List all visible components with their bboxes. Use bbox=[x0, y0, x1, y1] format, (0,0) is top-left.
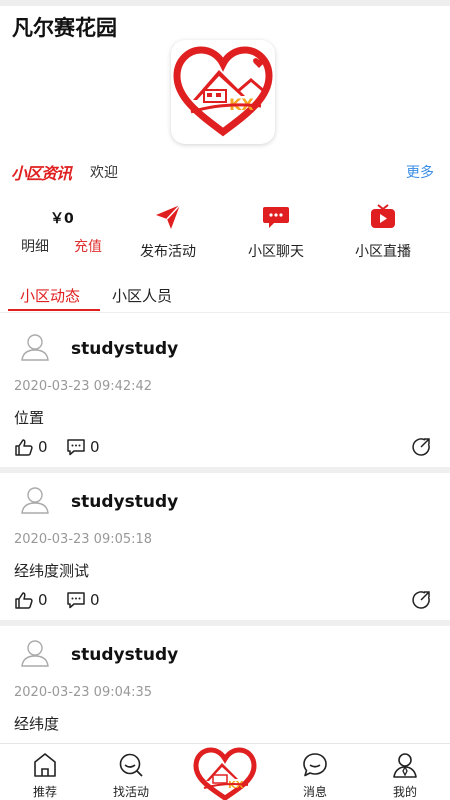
page-title: 凡尔赛花园 bbox=[12, 16, 117, 40]
thumbs-up-icon bbox=[15, 439, 33, 456]
nav-item-find-activity[interactable]: 找活动 bbox=[86, 744, 176, 800]
avatar-placeholder-icon[interactable] bbox=[20, 638, 50, 668]
avatar-placeholder-icon[interactable] bbox=[20, 485, 50, 515]
nav-item-messages[interactable]: 消息 bbox=[270, 744, 360, 800]
post-timestamp: 2020-03-23 09:42:42 bbox=[14, 379, 153, 394]
tabs-divider bbox=[0, 312, 450, 313]
wallet-detail-button[interactable]: 明细 bbox=[21, 236, 49, 256]
like-count: 0 bbox=[38, 591, 48, 609]
nav-label-find-activity: 找活动 bbox=[112, 785, 149, 799]
wallet-panel: ￥0 明细 充值 bbox=[0, 200, 120, 264]
post-content[interactable]: 位置 bbox=[14, 407, 44, 428]
community-chat-label: 小区聊天 bbox=[248, 244, 304, 260]
heart-house-logo-icon: KX bbox=[173, 46, 273, 137]
post-author[interactable]: studystudy bbox=[71, 645, 178, 665]
wallet-recharge-button[interactable]: 充值 bbox=[74, 236, 102, 256]
message-icon bbox=[303, 753, 327, 777]
news-more-link[interactable]: 更多 bbox=[406, 162, 434, 182]
community-logo-icon: KX bbox=[193, 747, 257, 800]
nav-label-messages: 消息 bbox=[302, 785, 327, 799]
share-icon[interactable] bbox=[411, 590, 431, 610]
post-card[interactable]: studystudy 2020-03-23 09:05:18 经纬度测试 0 0 bbox=[0, 473, 450, 620]
nav-item-home-logo[interactable]: KX bbox=[192, 746, 258, 800]
post-content[interactable]: 经纬度测试 bbox=[14, 560, 89, 581]
post-author[interactable]: studystudy bbox=[71, 339, 178, 359]
nav-label-mine: 我的 bbox=[392, 785, 417, 799]
community-logo: KX bbox=[171, 40, 275, 144]
comment-count: 0 bbox=[90, 591, 100, 609]
post-author[interactable]: studystudy bbox=[71, 492, 178, 512]
post-content[interactable]: 经纬度 bbox=[14, 713, 59, 734]
search-icon bbox=[119, 753, 143, 777]
post-timestamp: 2020-03-23 09:05:18 bbox=[14, 532, 153, 547]
live-play-icon bbox=[371, 204, 395, 228]
avatar-placeholder-icon[interactable] bbox=[20, 332, 50, 362]
comment-count: 0 bbox=[90, 438, 100, 456]
active-tab-indicator bbox=[8, 309, 100, 311]
wallet-balance: ￥0 bbox=[50, 211, 74, 227]
chat-bubble-icon bbox=[263, 207, 289, 228]
like-count: 0 bbox=[38, 438, 48, 456]
community-live-label: 小区直播 bbox=[355, 244, 411, 260]
nav-label-recommend: 推荐 bbox=[32, 785, 57, 799]
share-icon[interactable] bbox=[411, 437, 431, 457]
post-timestamp: 2020-03-23 09:04:35 bbox=[14, 685, 153, 700]
publish-activity-button[interactable]: 发布活动 bbox=[118, 200, 218, 264]
tab-community-members[interactable]: 小区人员 bbox=[112, 285, 172, 306]
nav-item-recommend[interactable]: 推荐 bbox=[0, 744, 90, 800]
person-icon bbox=[393, 753, 417, 778]
thumbs-up-icon bbox=[15, 592, 33, 609]
community-chat-button[interactable]: 小区聊天 bbox=[226, 200, 326, 264]
svg-text:KX: KX bbox=[228, 780, 244, 791]
post-feed: studystudy 2020-03-23 09:42:42 位置 0 0 st… bbox=[0, 320, 450, 773]
tab-community-feed[interactable]: 小区动态 bbox=[20, 285, 80, 306]
news-ticker-text[interactable]: 欢迎 bbox=[90, 162, 118, 182]
feed-tabs: 小区动态 小区人员 bbox=[0, 278, 450, 312]
post-card[interactable]: studystudy 2020-03-23 09:42:42 位置 0 0 bbox=[0, 320, 450, 467]
paper-plane-icon bbox=[156, 204, 181, 229]
app-screen: 凡尔赛花园 KX 小区资讯 欢迎 更多 ￥0 明细 充值 发布活动 小区聊天 小… bbox=[0, 0, 450, 800]
comment-icon bbox=[67, 592, 85, 609]
status-strip bbox=[0, 0, 450, 6]
comment-icon bbox=[67, 439, 85, 456]
news-bar: 小区资讯 欢迎 更多 bbox=[0, 156, 450, 188]
nav-item-mine[interactable]: 我的 bbox=[360, 744, 450, 800]
community-live-button[interactable]: 小区直播 bbox=[333, 200, 433, 264]
home-icon bbox=[34, 753, 56, 777]
news-brand-label: 小区资讯 bbox=[11, 164, 72, 183]
publish-activity-label: 发布活动 bbox=[140, 244, 196, 260]
